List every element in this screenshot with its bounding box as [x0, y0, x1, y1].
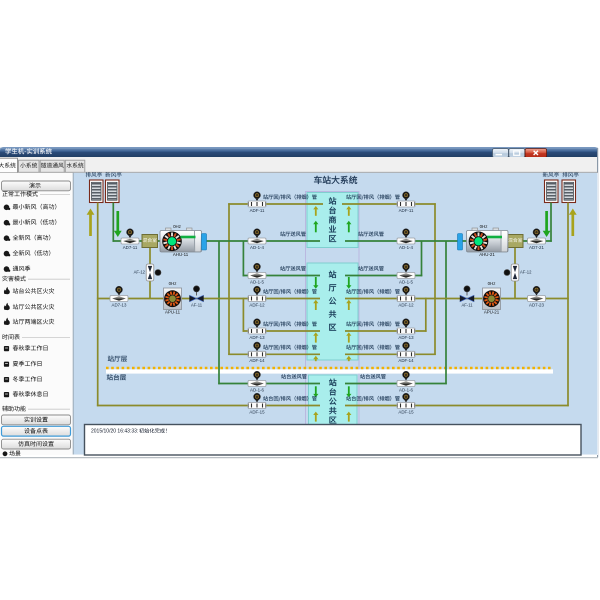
svg-text:AD-1-4: AD-1-4: [250, 245, 264, 250]
svg-text:AHU-21: AHU-21: [479, 252, 495, 257]
svg-text:AD7-23: AD7-23: [529, 302, 544, 307]
svg-text:ADF-12: ADF-12: [249, 302, 265, 307]
svg-text:ADF-14: ADF-14: [249, 358, 265, 363]
svg-text:AD-1-5: AD-1-5: [399, 279, 413, 284]
svg-text:AD-1-6: AD-1-6: [399, 387, 413, 392]
svg-text:APU-21: APU-21: [484, 310, 500, 315]
svg-text:AD-1-5: AD-1-5: [250, 279, 264, 284]
svg-text:AF-11: AF-11: [461, 302, 473, 307]
svg-text:ADF-11: ADF-11: [399, 208, 414, 213]
svg-text:0Hz: 0Hz: [488, 281, 496, 286]
svg-text:ADF-13: ADF-13: [398, 335, 414, 340]
svg-text:ADF-12: ADF-12: [398, 302, 414, 307]
svg-text:AF-12: AF-12: [520, 269, 532, 274]
svg-text:ADF-15: ADF-15: [398, 409, 414, 414]
svg-text:2015/10/20 16:43:33:: 2015/10/20 16:43:33:: [91, 429, 138, 435]
svg-text:APU-11: APU-11: [165, 310, 181, 315]
svg-text:ADF-15: ADF-15: [249, 409, 265, 414]
svg-text:AF-11: AF-11: [191, 302, 203, 307]
svg-text:AD7-11: AD7-11: [123, 245, 138, 250]
svg-text:AHU-11: AHU-11: [173, 252, 189, 257]
svg-text:0Hz: 0Hz: [169, 281, 177, 286]
svg-text:AD-1-6: AD-1-6: [250, 387, 264, 392]
svg-text:AD7-21: AD7-21: [529, 245, 544, 250]
svg-text:AD-1-4: AD-1-4: [399, 245, 413, 250]
svg-text:ADF-14: ADF-14: [398, 358, 414, 363]
svg-text:0Hz: 0Hz: [480, 224, 488, 229]
svg-text:AF-12: AF-12: [134, 269, 146, 274]
svg-text:ADF-13: ADF-13: [249, 335, 265, 340]
svg-text:AD7-13: AD7-13: [112, 302, 127, 307]
svg-text:0Hz: 0Hz: [173, 224, 181, 229]
svg-text:ADF-11: ADF-11: [250, 208, 265, 213]
